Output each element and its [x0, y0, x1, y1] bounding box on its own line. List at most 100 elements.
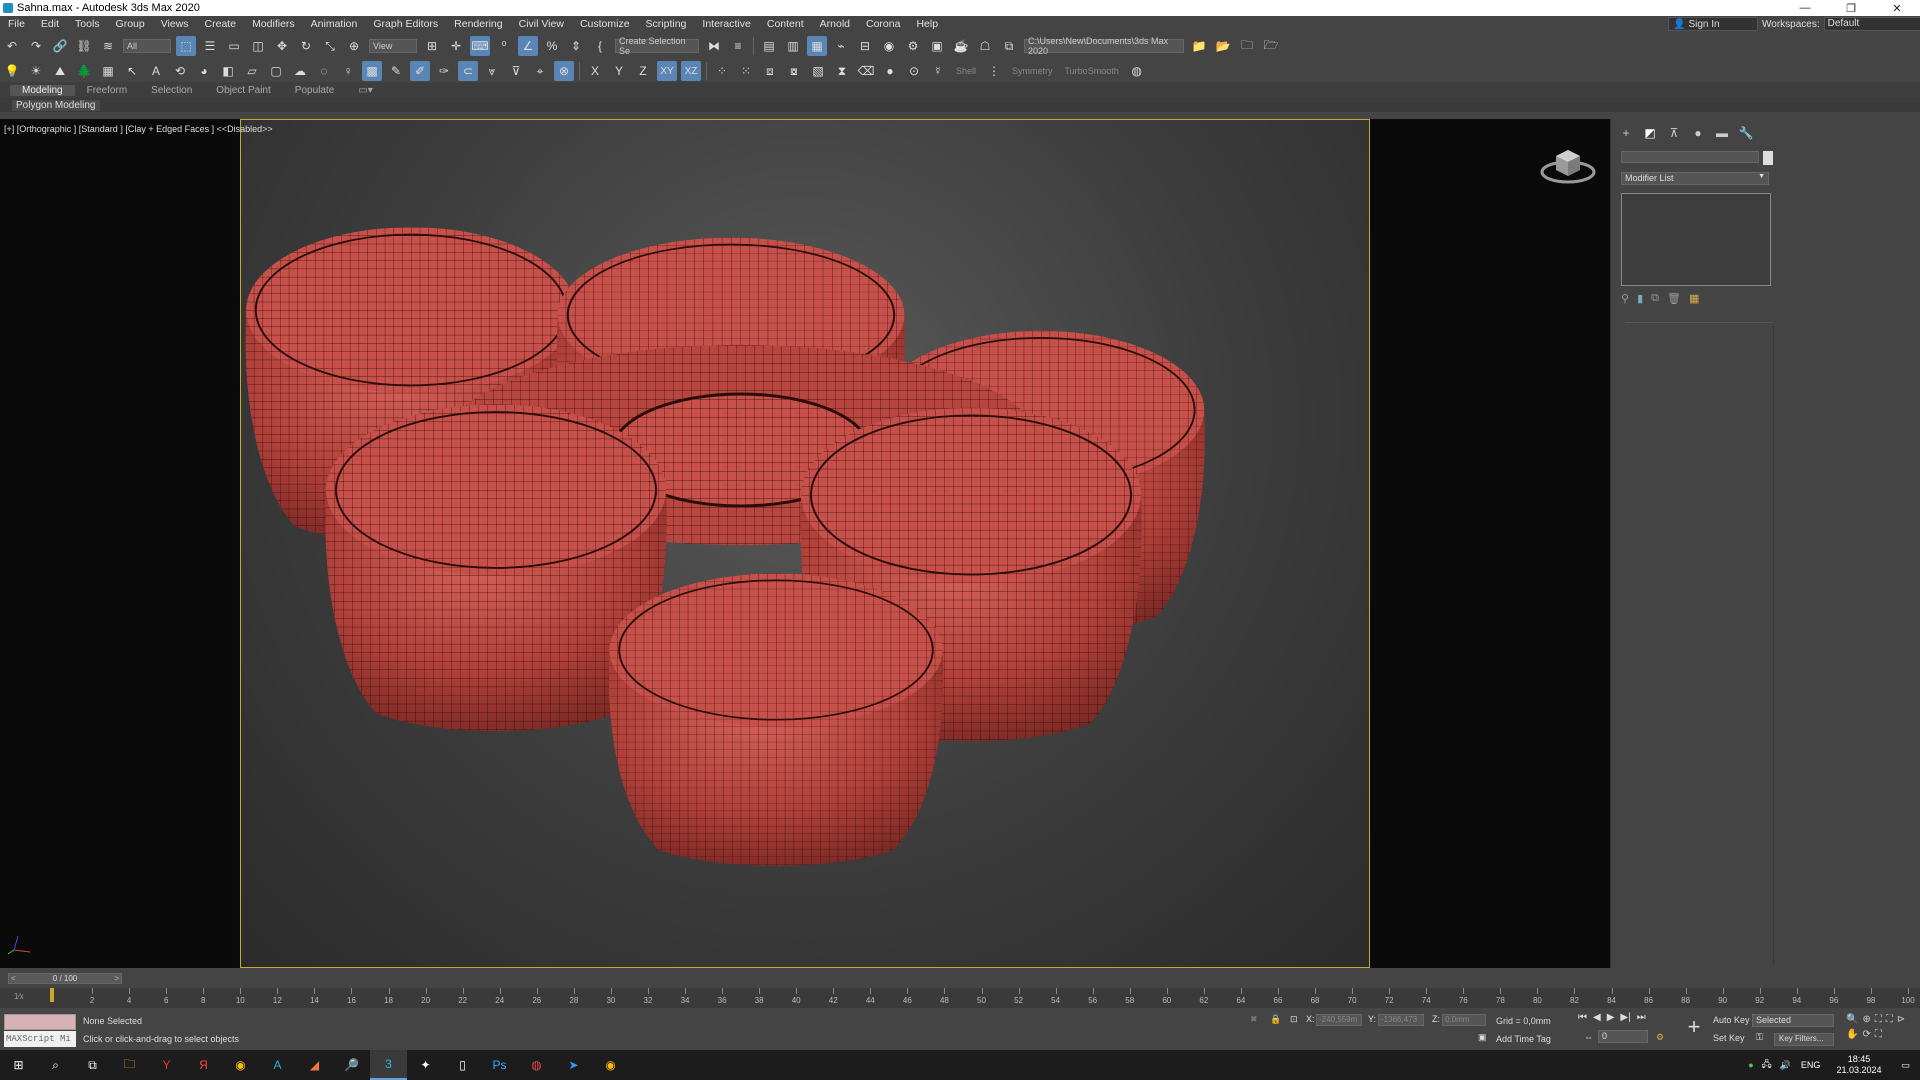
- text-icon[interactable]: A: [146, 61, 166, 81]
- turbosmooth-modifier-label[interactable]: TurboSmooth: [1065, 66, 1119, 76]
- pen-icon[interactable]: ✑: [434, 61, 454, 81]
- place-icon[interactable]: ⊕: [344, 36, 364, 56]
- prev-frame-icon[interactable]: ◀: [1593, 1012, 1601, 1023]
- rotate-view-icon[interactable]: ⟲: [170, 61, 190, 81]
- lock-selection-icon[interactable]: 🔒: [1270, 1014, 1281, 1025]
- torus-icon[interactable]: ◌: [314, 61, 334, 81]
- pouf-front-center[interactable]: [607, 572, 945, 867]
- tab-modeling[interactable]: Modeling: [10, 84, 75, 96]
- pin-icon[interactable]: ⌖: [530, 61, 550, 81]
- menu-corona[interactable]: Corona: [858, 18, 908, 30]
- snaps-icon[interactable]: ⁰: [494, 36, 514, 56]
- menu-arnold[interactable]: Arnold: [812, 18, 858, 30]
- restore-button[interactable]: ❐: [1828, 2, 1874, 15]
- photoshop-icon[interactable]: Ps: [481, 1050, 518, 1080]
- sign-in-button[interactable]: 👤 Sign In: [1668, 17, 1758, 31]
- menu-animation[interactable]: Animation: [303, 18, 366, 30]
- render-icon[interactable]: ☕: [951, 36, 971, 56]
- named-selection-select[interactable]: Create Selection Se: [615, 36, 699, 56]
- move-icon[interactable]: ✥: [272, 36, 292, 56]
- menu-modifiers[interactable]: Modifiers: [244, 18, 303, 30]
- array-icon[interactable]: ⁘: [712, 61, 732, 81]
- reference-coord-select[interactable]: View: [369, 39, 417, 53]
- render-iterative-icon[interactable]: ☖: [975, 36, 995, 56]
- menu-graph-editors[interactable]: Graph Editors: [365, 18, 446, 30]
- key-filters-button[interactable]: Key Filters...: [1774, 1033, 1834, 1046]
- close-button[interactable]: ✕: [1874, 2, 1920, 15]
- key-selection-select[interactable]: Selected: [1752, 1014, 1834, 1027]
- minimize-button[interactable]: —: [1782, 2, 1828, 15]
- mirror-icon[interactable]: ⧓: [704, 36, 724, 56]
- tray-network-icon[interactable]: 🖧: [1762, 1057, 1772, 1073]
- isolate-icon[interactable]: ✖: [1250, 1014, 1258, 1025]
- object-color-swatch[interactable]: [1763, 151, 1773, 165]
- search-icon[interactable]: ⌕: [37, 1050, 74, 1080]
- selection-filter[interactable]: All: [123, 39, 171, 53]
- x-coord-field[interactable]: -240,559m: [1316, 1014, 1362, 1026]
- bind-spacewarp-icon[interactable]: ≋: [98, 36, 118, 56]
- time-next-icon[interactable]: >: [114, 974, 119, 983]
- bulb-icon[interactable]: ♀: [338, 61, 358, 81]
- time-prev-icon[interactable]: <: [11, 974, 16, 983]
- arnold-icon[interactable]: ⧉: [999, 36, 1019, 56]
- telegram-icon[interactable]: ➤: [555, 1050, 592, 1080]
- spacing-icon[interactable]: ⁙: [736, 61, 756, 81]
- remove-modifier-icon[interactable]: 🗑: [1667, 292, 1681, 305]
- tree-icon[interactable]: 🌲: [74, 61, 94, 81]
- select-by-name-icon[interactable]: ☰: [200, 36, 220, 56]
- keyboard-shortcut-icon[interactable]: ⌨: [470, 36, 490, 56]
- material-editor-icon[interactable]: ◉: [879, 36, 899, 56]
- cursor-icon[interactable]: ↖: [122, 61, 142, 81]
- viewcube-icon[interactable]: [1538, 140, 1598, 190]
- project-save-icon[interactable]: 🗀: [1237, 36, 1257, 56]
- menu-help[interactable]: Help: [908, 18, 946, 30]
- hierarchy-tab-icon[interactable]: ⊼: [1665, 125, 1683, 141]
- notifications-icon[interactable]: ▭: [1901, 1060, 1910, 1071]
- menu-create[interactable]: Create: [197, 18, 245, 30]
- viewport-perspective[interactable]: [240, 119, 1370, 968]
- camera-icon[interactable]: ⛰: [50, 61, 70, 81]
- cloud-icon[interactable]: ☁: [290, 61, 310, 81]
- time-config-icon[interactable]: ⚙: [1656, 1032, 1664, 1043]
- next-frame-icon[interactable]: ▶|: [1620, 1012, 1630, 1023]
- y-coord-field[interactable]: -1366,473: [1378, 1014, 1424, 1026]
- chrome-icon[interactable]: ◉: [222, 1050, 259, 1080]
- symmetry-icon[interactable]: ⋮: [984, 61, 1004, 81]
- 3dsmax-taskbar-icon[interactable]: 3: [370, 1050, 407, 1080]
- frame-icon[interactable]: ▢: [266, 61, 286, 81]
- stack-icon[interactable]: ⧗: [832, 61, 852, 81]
- box-icon[interactable]: ◧: [218, 61, 238, 81]
- time-tag-icon[interactable]: ▣: [1478, 1032, 1487, 1043]
- menu-civil-view[interactable]: Civil View: [511, 18, 572, 30]
- sphere-gray-icon[interactable]: ◍: [1127, 61, 1147, 81]
- axis-y-button[interactable]: Y: [609, 61, 629, 81]
- sphere-tool-icon[interactable]: ●: [880, 61, 900, 81]
- object-name-field[interactable]: [1621, 151, 1759, 163]
- tab-selection[interactable]: Selection: [139, 85, 204, 96]
- input-language[interactable]: ENG: [1801, 1060, 1821, 1070]
- project-folder-icon[interactable]: 📁: [1189, 36, 1209, 56]
- spinner-snap-icon[interactable]: ⇕: [566, 36, 586, 56]
- set-key-big-icon[interactable]: +: [1680, 1014, 1708, 1042]
- select-object-icon[interactable]: ⬚: [176, 36, 196, 56]
- axis-z-button[interactable]: Z: [633, 61, 653, 81]
- utilities-tab-icon[interactable]: 🔧: [1737, 125, 1755, 141]
- z-coord-field[interactable]: 0,0mm: [1442, 1014, 1486, 1026]
- pivot-icon[interactable]: ⊞: [422, 36, 442, 56]
- rainbow-app-icon[interactable]: ◢: [296, 1050, 333, 1080]
- undo-icon[interactable]: ↶: [2, 36, 22, 56]
- zoom-all-icon[interactable]: ⊕: [1862, 1014, 1870, 1025]
- graphite-ribbon-icon[interactable]: ▦: [807, 36, 827, 56]
- field-of-view-icon[interactable]: ⊳: [1897, 1014, 1905, 1025]
- menu-rendering[interactable]: Rendering: [446, 18, 510, 30]
- select-manipulate-icon[interactable]: ✛: [446, 36, 466, 56]
- corona-icon[interactable]: ✦: [407, 1050, 444, 1080]
- workspace-select[interactable]: Default: [1823, 17, 1920, 31]
- symmetry-modifier-label[interactable]: Symmetry: [1012, 66, 1053, 76]
- modifier-list-dropdown[interactable]: Modifier List ▼: [1621, 172, 1769, 185]
- tray-app-icon[interactable]: ●: [1748, 1060, 1753, 1070]
- menu-file[interactable]: File: [0, 18, 33, 30]
- goto-end-icon[interactable]: ⏭: [1637, 1012, 1646, 1023]
- polygon-modeling-label[interactable]: Polygon Modeling: [12, 99, 100, 111]
- ribbon-options-icon[interactable]: ▭▾: [346, 85, 384, 96]
